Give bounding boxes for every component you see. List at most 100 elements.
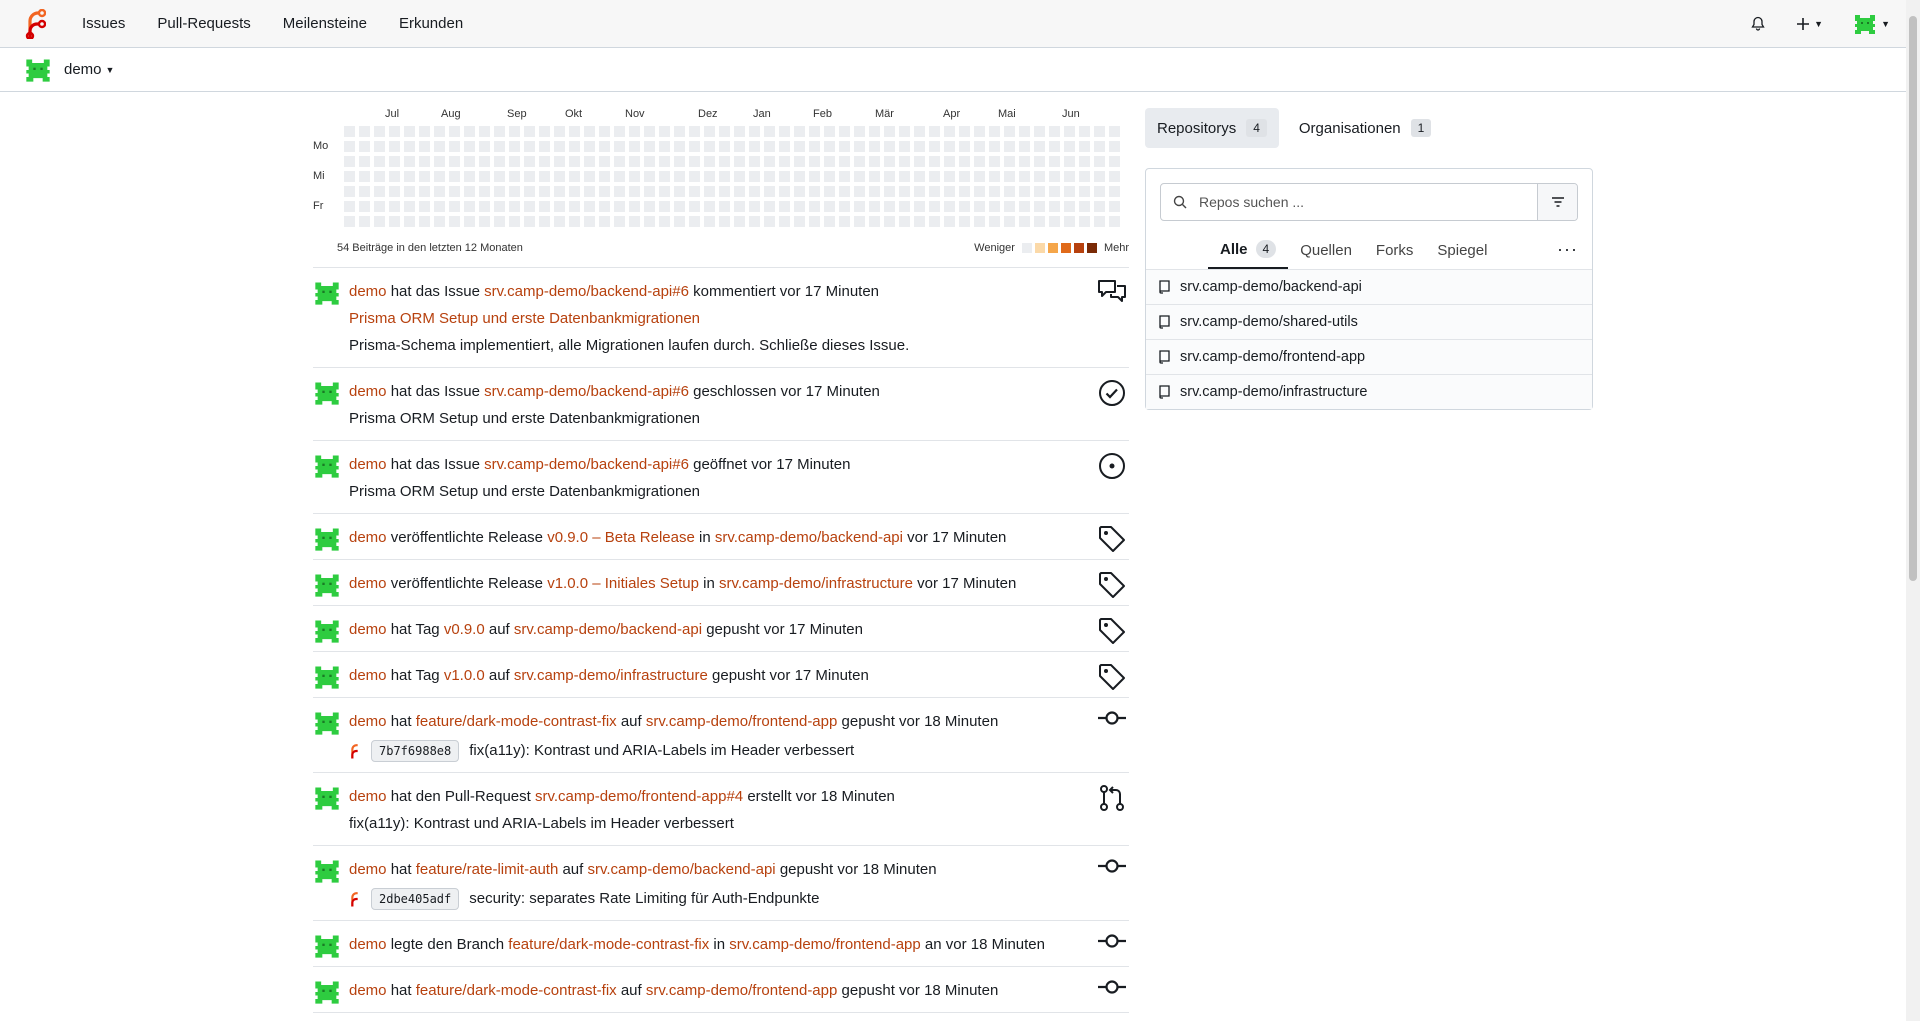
heatmap-cell[interactable]	[884, 126, 895, 137]
heatmap-cell[interactable]	[749, 216, 760, 227]
heatmap-cell[interactable]	[779, 126, 790, 137]
heatmap-cell[interactable]	[764, 156, 775, 167]
heatmap-cell[interactable]	[1049, 186, 1060, 197]
heatmap-cell[interactable]	[554, 186, 565, 197]
heatmap-cell[interactable]	[344, 156, 355, 167]
heatmap-cell[interactable]	[704, 171, 715, 182]
heatmap-cell[interactable]	[509, 201, 520, 212]
heatmap-cell[interactable]	[614, 186, 625, 197]
heatmap-cell[interactable]	[749, 201, 760, 212]
avatar[interactable]	[313, 978, 341, 1006]
commit-sha-button[interactable]: 7b7f6988e8	[371, 739, 460, 762]
heatmap-cell[interactable]	[1019, 141, 1030, 152]
heatmap-cell[interactable]	[839, 171, 850, 182]
heatmap-cell[interactable]	[959, 216, 970, 227]
heatmap-cell[interactable]	[674, 126, 685, 137]
heatmap-cell[interactable]	[449, 126, 460, 137]
heatmap-cell[interactable]	[629, 171, 640, 182]
heatmap-cell[interactable]	[539, 216, 550, 227]
heatmap-cell[interactable]	[719, 171, 730, 182]
feed-user-link[interactable]: demo	[349, 861, 387, 878]
heatmap-cell[interactable]	[599, 156, 610, 167]
heatmap-cell[interactable]	[974, 186, 985, 197]
heatmap-cell[interactable]	[959, 141, 970, 152]
heatmap-cell[interactable]	[689, 126, 700, 137]
heatmap-cell[interactable]	[854, 141, 865, 152]
heatmap-cell[interactable]	[944, 201, 955, 212]
heatmap-cell[interactable]	[449, 216, 460, 227]
heatmap-cell[interactable]	[389, 171, 400, 182]
heatmap-cell[interactable]	[884, 171, 895, 182]
heatmap-cell[interactable]	[809, 171, 820, 182]
heatmap-cell[interactable]	[584, 141, 595, 152]
heatmap-cell[interactable]	[839, 126, 850, 137]
heatmap-cell[interactable]	[734, 156, 745, 167]
heatmap-cell[interactable]	[389, 216, 400, 227]
heatmap-cell[interactable]	[659, 156, 670, 167]
feed-repo-link[interactable]: srv.camp-demo/backend-api	[588, 861, 776, 878]
heatmap-cell[interactable]	[644, 216, 655, 227]
heatmap-cell[interactable]	[494, 216, 505, 227]
heatmap-cell[interactable]	[764, 141, 775, 152]
heatmap-cell[interactable]	[359, 141, 370, 152]
heatmap-cell[interactable]	[824, 186, 835, 197]
feed-user-link[interactable]: demo	[349, 982, 387, 999]
heatmap-cell[interactable]	[599, 201, 610, 212]
avatar[interactable]	[313, 379, 341, 407]
repo-list-item[interactable]: srv.camp-demo/frontend-app	[1146, 339, 1592, 374]
heatmap-cell[interactable]	[674, 156, 685, 167]
heatmap-cell[interactable]	[944, 216, 955, 227]
heatmap-cell[interactable]	[824, 201, 835, 212]
heatmap-cell[interactable]	[1109, 156, 1120, 167]
heatmap-cell[interactable]	[794, 201, 805, 212]
heatmap-cell[interactable]	[854, 186, 865, 197]
heatmap-cell[interactable]	[1019, 201, 1030, 212]
heatmap-cell[interactable]	[989, 171, 1000, 182]
heatmap-cell[interactable]	[464, 156, 475, 167]
heatmap-cell[interactable]	[1109, 201, 1120, 212]
repo-list-item[interactable]: srv.camp-demo/infrastructure	[1146, 374, 1592, 409]
heatmap-cell[interactable]	[824, 216, 835, 227]
heatmap-cell[interactable]	[659, 186, 670, 197]
heatmap-cell[interactable]	[554, 126, 565, 137]
heatmap-cell[interactable]	[464, 126, 475, 137]
heatmap-cell[interactable]	[1064, 141, 1075, 152]
feed-user-link[interactable]: demo	[349, 456, 387, 473]
heatmap-cell[interactable]	[554, 216, 565, 227]
heatmap-cell[interactable]	[764, 126, 775, 137]
heatmap-cell[interactable]	[569, 201, 580, 212]
repo-search-input[interactable]	[1197, 193, 1537, 211]
heatmap-cell[interactable]	[869, 171, 880, 182]
heatmap-cell[interactable]	[989, 186, 1000, 197]
heatmap-cell[interactable]	[779, 141, 790, 152]
heatmap-cell[interactable]	[554, 171, 565, 182]
heatmap-cell[interactable]	[389, 201, 400, 212]
heatmap-cell[interactable]	[899, 141, 910, 152]
heatmap-cell[interactable]	[404, 141, 415, 152]
avatar[interactable]	[313, 571, 341, 599]
feed-repo-link[interactable]: srv.camp-demo/infrastructure	[514, 667, 708, 684]
heatmap-cell[interactable]	[1109, 141, 1120, 152]
subtab-forks[interactable]: Forks	[1364, 231, 1426, 269]
feed-link[interactable]: v0.9.0 – Beta Release	[547, 529, 695, 546]
heatmap-cell[interactable]	[1049, 141, 1060, 152]
heatmap-cell[interactable]	[1079, 216, 1090, 227]
heatmap-cell[interactable]	[779, 156, 790, 167]
heatmap-cell[interactable]	[869, 156, 880, 167]
heatmap-cell[interactable]	[419, 126, 430, 137]
heatmap-cell[interactable]	[449, 141, 460, 152]
heatmap-cell[interactable]	[929, 186, 940, 197]
heatmap-cell[interactable]	[494, 141, 505, 152]
heatmap-cell[interactable]	[524, 216, 535, 227]
heatmap-cell[interactable]	[929, 141, 940, 152]
heatmap-cell[interactable]	[539, 141, 550, 152]
heatmap-cell[interactable]	[719, 201, 730, 212]
heatmap-cell[interactable]	[884, 141, 895, 152]
repo-list-item[interactable]: srv.camp-demo/backend-api	[1146, 269, 1592, 304]
create-new-menu[interactable]: ▼	[1796, 17, 1823, 31]
feed-link[interactable]: srv.camp-demo/frontend-app#4	[535, 788, 743, 805]
heatmap-cell[interactable]	[674, 201, 685, 212]
heatmap-cell[interactable]	[1064, 186, 1075, 197]
heatmap-cell[interactable]	[974, 156, 985, 167]
heatmap-cell[interactable]	[1004, 216, 1015, 227]
